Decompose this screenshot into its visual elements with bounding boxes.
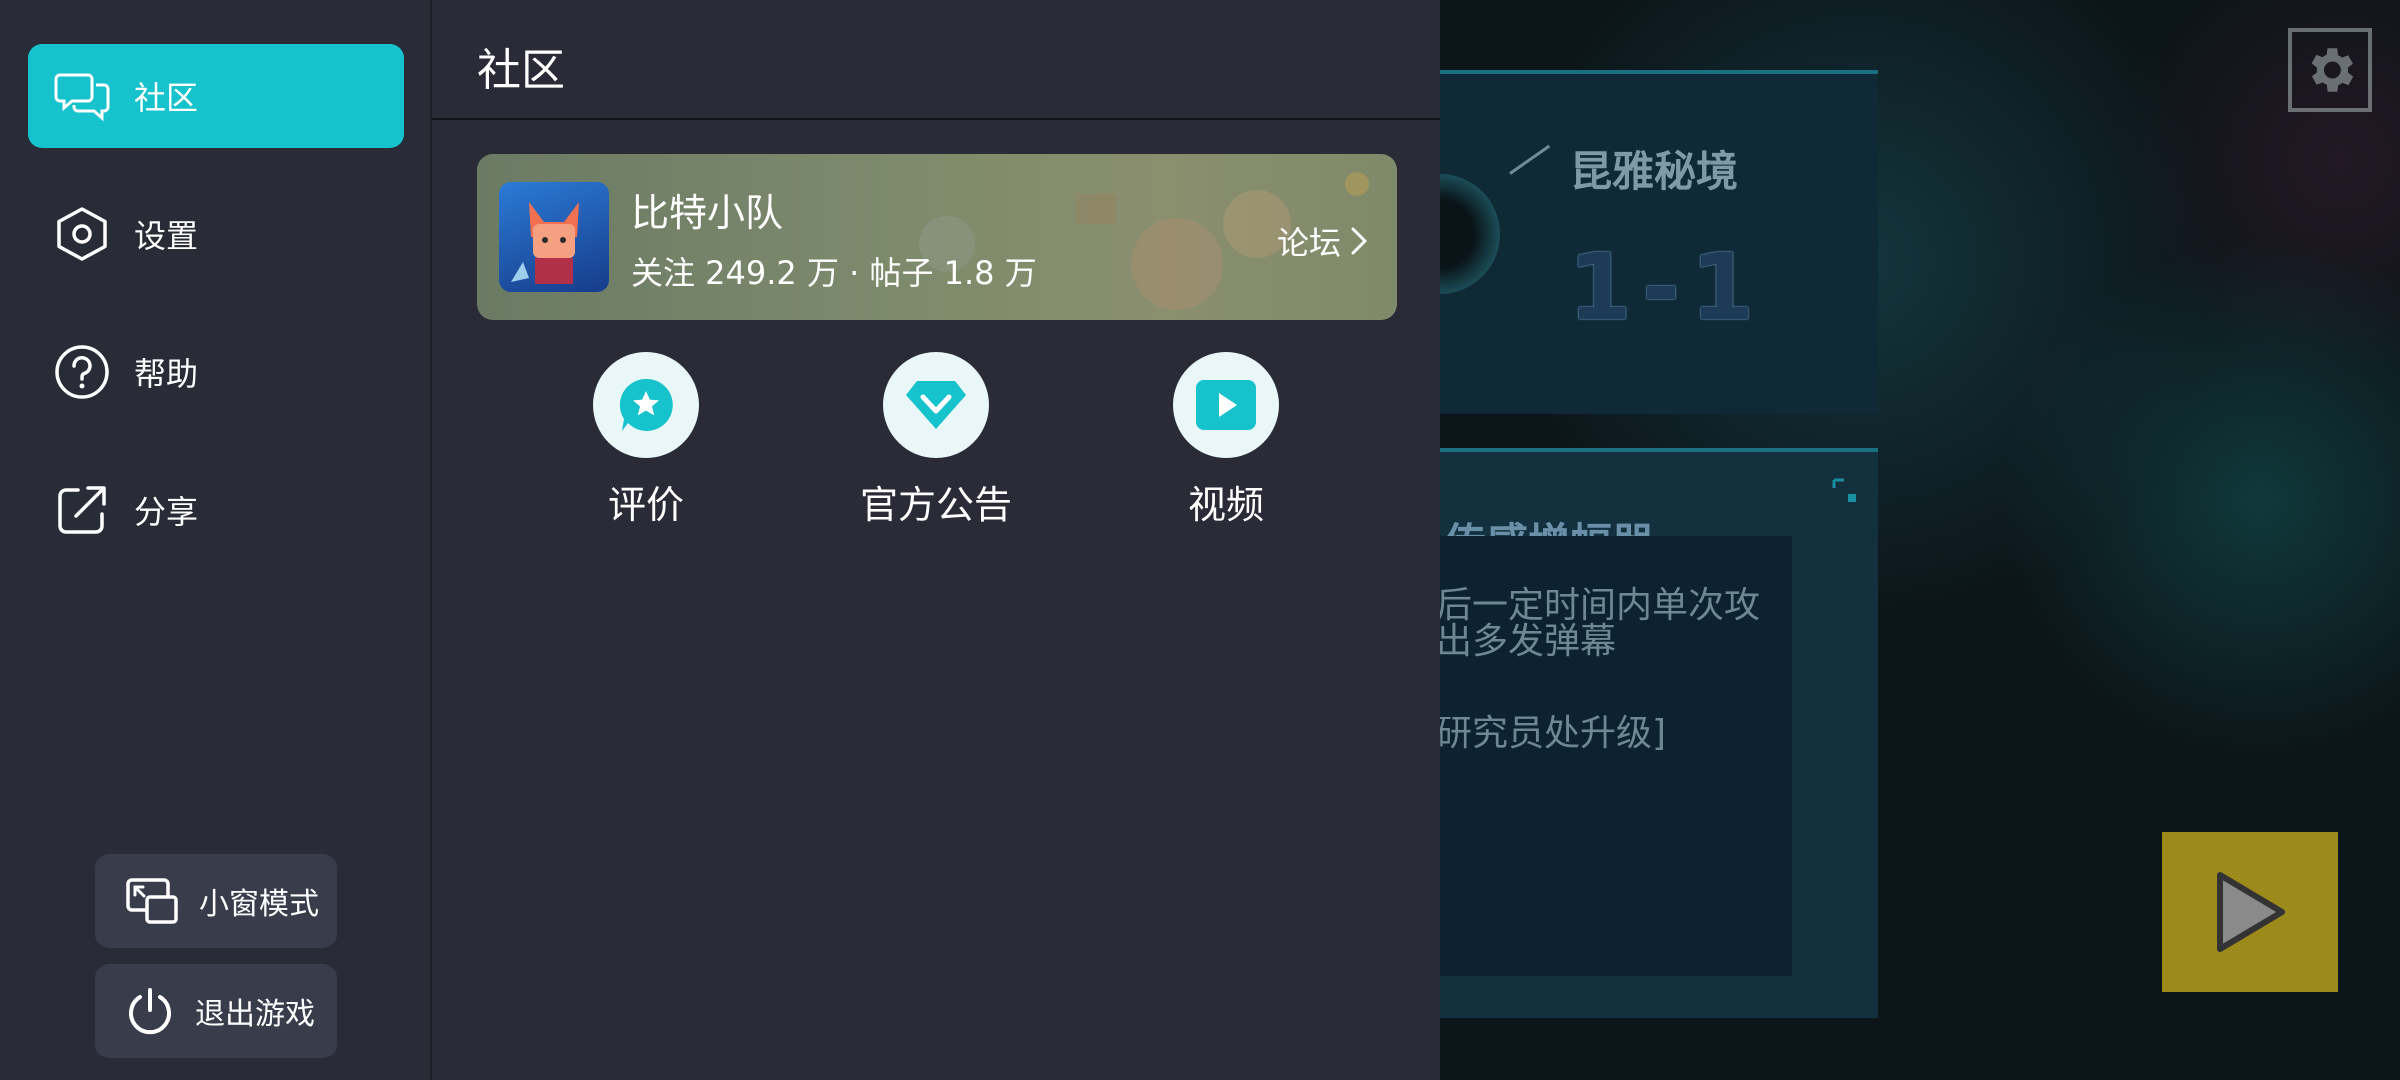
start-game-button[interactable] (2162, 832, 2338, 992)
play-icon (2217, 872, 2285, 952)
level-panel: 昆雅秘境 1-1 (1440, 70, 1878, 414)
game-name: 比特小队 (631, 191, 784, 235)
diamond-icon (906, 381, 966, 429)
panel-header: 社区 (432, 0, 1440, 120)
item-note: 研究员处升级] (1440, 713, 1667, 754)
game-app-icon (499, 182, 609, 292)
star-badge-icon (619, 378, 673, 431)
game-settings-button[interactable] (2288, 28, 2372, 112)
official-notice-button[interactable]: 官方公告 (826, 352, 1046, 529)
level-number: 1-1 (1568, 234, 1765, 341)
chevron-right-icon (1351, 227, 1367, 255)
chat-icon (54, 68, 110, 124)
help-icon (54, 344, 110, 400)
page-title: 社区 (477, 45, 565, 96)
sidebar-item-help[interactable]: 帮助 (28, 320, 404, 424)
play-video-icon (1196, 380, 1256, 430)
item-panel: 传感增幅器 后一定时间内单次攻出多发弹幕 研究员处升级] (1440, 448, 1878, 1018)
hexagon-settings-icon (54, 206, 110, 262)
power-icon (129, 988, 171, 1035)
game-background: 昆雅秘境 1-1 传感增幅器 后一定时间内单次攻出多发弹幕 研究员处升级] (1440, 0, 2400, 1080)
official-notice-label: 官方公告 (859, 483, 1012, 527)
rate-button[interactable]: 评价 (536, 352, 756, 529)
community-panel: 社区 比特小队 关注 249.2 万 · 帖子 1.8 万 论坛 评价 官方公告… (432, 0, 1440, 1080)
sidebar-item-label: 分享 (134, 493, 199, 531)
card-background-art (919, 172, 1369, 310)
sidebar-item-settings[interactable]: 设置 (28, 182, 404, 286)
rate-icon-circle (593, 352, 699, 458)
item-description: 后一定时间内单次攻出多发弹幕 (1440, 585, 1761, 662)
video-icon-circle (1173, 352, 1279, 458)
sidebar-item-label: 帮助 (134, 355, 199, 393)
game-card[interactable]: 比特小队 关注 249.2 万 · 帖子 1.8 万 论坛 (477, 154, 1397, 320)
rate-label: 评价 (607, 483, 684, 527)
corner-bracket-icon (1832, 478, 1856, 502)
gear-icon (2311, 48, 2354, 92)
notice-icon-circle (883, 352, 989, 458)
sidebar-item-label: 社区 (134, 79, 199, 117)
forum-label: 论坛 (1276, 224, 1341, 262)
video-button[interactable]: 视频 (1116, 352, 1336, 529)
sidebar-item-community[interactable]: 社区 (28, 44, 404, 148)
game-stats: 关注 249.2 万 · 帖子 1.8 万 (631, 254, 1037, 292)
level-pointer-line (1509, 144, 1551, 175)
share-icon (54, 482, 110, 538)
mini-window-icon (126, 878, 178, 924)
video-label: 视频 (1187, 483, 1264, 527)
sidebar: 社区 设置 帮助 分享 小窗模式 退出游戏 (0, 0, 432, 1080)
sidebar-item-label: 设置 (134, 217, 199, 255)
level-orb (1440, 174, 1500, 294)
exit-game-button[interactable]: 退出游戏 (95, 964, 337, 1058)
mini-window-label: 小窗模式 (199, 887, 319, 922)
forum-link[interactable]: 论坛 (1277, 218, 1369, 264)
mini-window-button[interactable]: 小窗模式 (95, 854, 337, 948)
sidebar-item-share[interactable]: 分享 (28, 458, 404, 562)
exit-game-label: 退出游戏 (195, 997, 315, 1032)
level-name: 昆雅秘境 (1570, 147, 1739, 196)
